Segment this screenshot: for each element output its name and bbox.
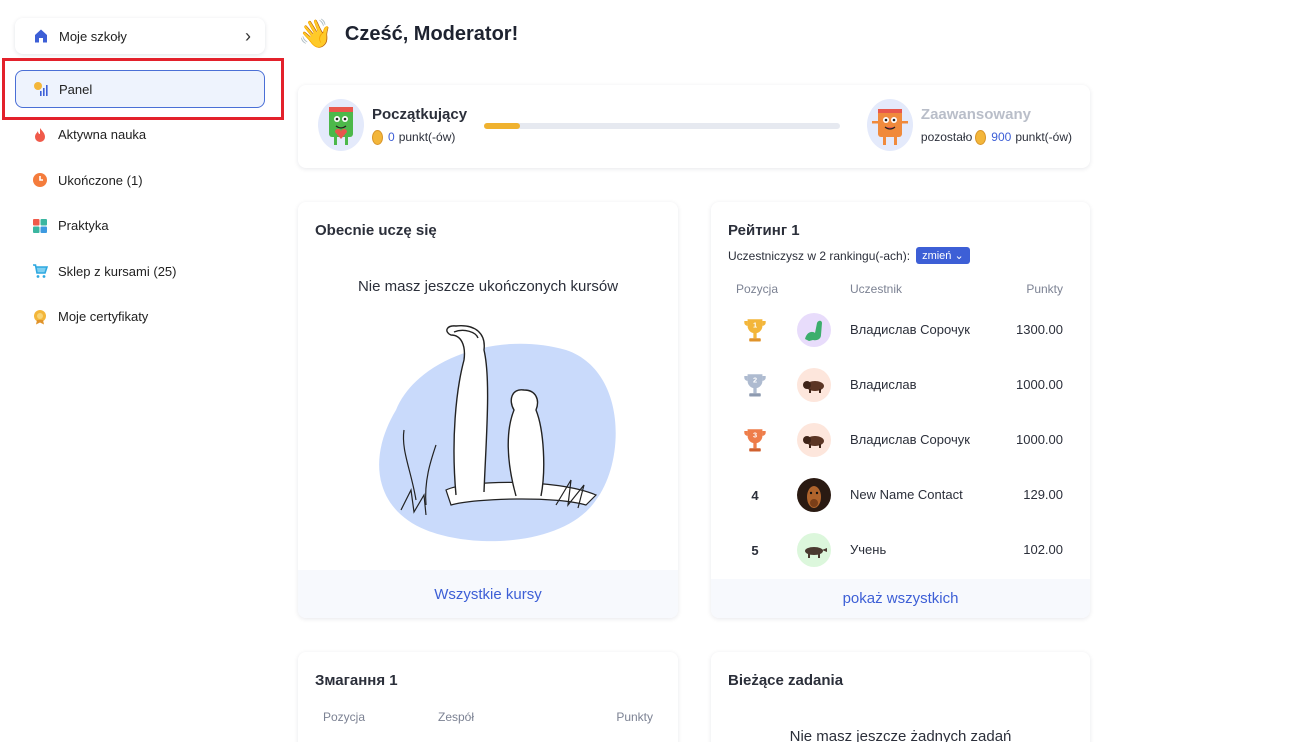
participant-points: 1300.00 (1016, 322, 1063, 337)
highlight-box (2, 58, 284, 120)
remaining-label: pozostało (920, 130, 973, 144)
rating-card: Рейтинг 1 Uczestniczysz w 2 rankingu(-ac… (711, 202, 1090, 618)
remaining-points: 900 (991, 130, 1012, 144)
sidebar-item-label: Ukończone (1) (58, 172, 143, 188)
table-row[interactable]: 5 Учень 102.00 (711, 530, 1090, 570)
participant-points: 102.00 (1023, 542, 1063, 557)
table-row[interactable]: 2 Владислав 1000.00 (711, 365, 1090, 405)
empty-tasks-text: Nie masz jeszcze żadnych zadań (789, 728, 1012, 742)
show-all-link[interactable]: pokaż wszystkich (711, 579, 1090, 618)
position-number: 5 (751, 542, 759, 558)
silver-trophy-icon: 2 (741, 365, 769, 405)
chevron-down-icon: ⌄ (954, 250, 964, 262)
participant-name: Владислав Сорочук (850, 432, 970, 447)
card-title: Bieżące zadania (728, 672, 844, 689)
my-schools-label: Moje szkoły (59, 28, 127, 44)
certificate-icon (32, 309, 48, 325)
table-row[interactable]: 4 New Name Contact 129.00 (711, 475, 1090, 515)
flame-icon (32, 127, 48, 143)
animal-avatar (797, 533, 831, 567)
meerkats-illustration (379, 325, 616, 542)
dinosaur-avatar (797, 313, 831, 347)
level-progress-fill (484, 123, 520, 129)
level-progress-card: Początkujący 0 punkt(-ów) Zaawansowany p… (298, 85, 1090, 168)
sidebar-item-completed[interactable]: Ukończone (1) (15, 161, 265, 199)
bison-avatar (797, 423, 831, 457)
page-title: Cześć, Moderator! (344, 22, 519, 45)
position-number: 4 (751, 487, 759, 503)
current-points: 0 (388, 130, 395, 144)
sidebar-item-label: Aktywna nauka (58, 127, 147, 142)
change-label: zmień (922, 250, 952, 262)
orange-book-mascot-icon (866, 99, 913, 151)
sidebar-item-label: Moje certyfikaty (58, 309, 149, 324)
participant-name: New Name Contact (850, 487, 963, 502)
header-team: Zespół (438, 710, 475, 724)
table-row[interactable]: 1 Владислав Сорочук 1300.00 (711, 310, 1090, 350)
bronze-trophy-icon: 3 (741, 420, 769, 460)
header-points: Punkty (616, 710, 653, 724)
home-icon (33, 28, 49, 44)
points-suffix: punkt(-ów) (398, 130, 456, 144)
header-points: Punkty (1026, 282, 1063, 296)
greeting: 👋 Cześć, Moderator! (298, 18, 518, 50)
sidebar-item-certificates[interactable]: Moje certyfikaty (15, 298, 265, 336)
all-courses-link[interactable]: Wszystkie kursy (298, 570, 678, 618)
current-courses-card: Obecnie uczę się Nie masz jeszcze ukończ… (298, 202, 678, 618)
card-title: Рейтинг 1 (728, 222, 800, 239)
sidebar-item-practice[interactable]: Praktyka (15, 207, 265, 245)
participant-points: 129.00 (1023, 487, 1063, 502)
competition-card: Змагання 1 Pozycja Zespół Punkty (298, 652, 678, 742)
card-title: Obecnie uczę się (315, 222, 437, 239)
current-tasks-card: Bieżące zadania Nie masz jeszcze żadnych… (711, 652, 1090, 742)
grid-icon (32, 218, 48, 234)
participant-points: 1000.00 (1016, 432, 1063, 447)
my-schools-button[interactable]: Moje szkoły › (15, 18, 265, 54)
remaining-suffix: punkt(-ów) (1015, 130, 1072, 144)
header-participant: Uczestnik (850, 282, 903, 296)
rating-subtitle: Uczestniczysz w 2 rankingu(-ach): (728, 248, 911, 263)
sidebar-item-active-learning[interactable]: Aktywna nauka (15, 116, 265, 154)
current-level-name: Początkujący (372, 105, 468, 123)
svg-text:2: 2 (753, 376, 757, 385)
participant-name: Учень (850, 542, 887, 557)
svg-text:1: 1 (753, 321, 757, 330)
dog-photo-avatar (797, 478, 831, 512)
bison-avatar (797, 368, 831, 402)
clock-icon (32, 172, 48, 188)
participant-name: Владислав Сорочук (850, 322, 970, 337)
waving-hand-icon: 👋 (298, 18, 333, 49)
header-position: Pozycja (323, 710, 366, 724)
sidebar-item-label: Praktyka (58, 218, 109, 233)
cart-icon (32, 263, 49, 279)
sidebar-item-label: Sklep z kursami (25) (58, 263, 177, 279)
coin-icon (975, 129, 987, 145)
next-level: Zaawansowany pozostało 900 punkt(-ów) (866, 99, 1072, 151)
table-row[interactable]: 3 Владислав Сорочук 1000.00 (711, 420, 1090, 460)
gold-trophy-icon: 1 (741, 310, 769, 350)
card-title: Змагання 1 (315, 672, 398, 689)
next-level-name: Zaawansowany (920, 105, 1031, 123)
participant-name: Владислав (850, 377, 917, 392)
level-progress-bar (484, 123, 840, 129)
green-book-mascot-icon (318, 99, 364, 151)
change-ranking-button[interactable]: zmień ⌄ (916, 247, 970, 264)
current-level: Początkujący 0 punkt(-ów) (318, 99, 467, 151)
chevron-right-icon: › (245, 25, 251, 46)
svg-text:3: 3 (753, 431, 757, 440)
participant-points: 1000.00 (1016, 377, 1063, 392)
empty-courses-text: Nie masz jeszcze ukończonych kursów (357, 278, 619, 295)
header-position: Pozycja (736, 282, 779, 296)
sidebar-item-course-shop[interactable]: Sklep z kursami (25) (15, 252, 265, 290)
coin-icon (372, 129, 383, 145)
